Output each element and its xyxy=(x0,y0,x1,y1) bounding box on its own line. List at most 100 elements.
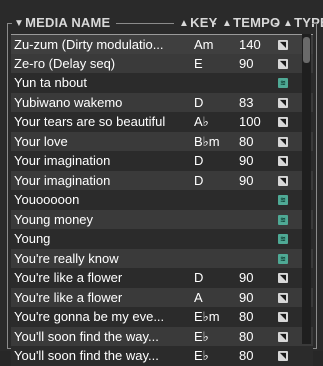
midi-clip-icon: ◥ xyxy=(278,58,288,69)
media-type-cell: ◥ xyxy=(278,58,296,69)
media-type-cell: ≋ xyxy=(278,78,296,88)
audio-clip-icon: ≋ xyxy=(278,195,288,205)
audio-clip-icon: ≋ xyxy=(278,253,288,264)
midi-clip-icon: ◥ xyxy=(278,351,288,361)
audio-clip-icon: ≋ xyxy=(278,214,288,225)
midi-clip-icon: ◥ xyxy=(278,331,288,342)
media-name-cell: You'll soon find the way... xyxy=(14,348,159,363)
media-tempo-cell: 90 xyxy=(239,289,254,305)
media-key-cell: B♭m xyxy=(194,133,220,149)
media-name-cell: You're gonna be my eve... xyxy=(14,309,165,324)
media-row[interactable]: Young money ≋ xyxy=(11,209,313,229)
midi-clip-icon: ◥ xyxy=(278,97,288,108)
media-name-cell: Young money xyxy=(14,211,94,227)
midi-clip-icon: ◥ xyxy=(278,156,288,166)
media-tempo-cell: 80 xyxy=(239,328,254,344)
midi-clip-icon: ◥ xyxy=(278,40,288,50)
media-tempo-cell: 83 xyxy=(239,94,254,110)
media-type-cell: ◥ xyxy=(278,117,296,127)
media-row[interactable]: You'll soon find the way... E♭ 80 ◥ xyxy=(11,326,313,346)
media-tempo-cell: 80 xyxy=(239,133,254,149)
media-type-cell: ◥ xyxy=(278,156,296,166)
media-type-cell: ≋ xyxy=(278,214,296,225)
vertical-scrollbar[interactable] xyxy=(302,34,311,344)
media-key-cell: E♭ xyxy=(194,328,209,344)
media-type-cell: ◥ xyxy=(278,273,296,283)
media-name-cell: You'll soon find the way... xyxy=(14,328,159,344)
midi-clip-icon: ◥ xyxy=(278,136,288,147)
media-name-cell: Your love xyxy=(14,133,68,149)
media-row[interactable]: Ze-ro (Delay seq) E 90 ◥ xyxy=(11,53,313,73)
header-type-label: TYPE xyxy=(294,15,323,30)
media-key-cell: A xyxy=(194,289,203,305)
header-type[interactable]: ▲TYPE xyxy=(283,15,323,30)
midi-clip-icon: ◥ xyxy=(278,117,288,127)
column-header-bar: ▼MEDIA NAME ▲KEY - ▲TEMPO - ▲TYPE xyxy=(7,12,323,30)
frame-left-border xyxy=(7,24,8,348)
audio-clip-icon: ≋ xyxy=(278,234,288,244)
media-row[interactable]: Yubiwano wakemo D 83 ◥ xyxy=(11,92,313,112)
sort-descending-icon: ▼ xyxy=(14,18,25,29)
media-name-cell: You're really know xyxy=(14,250,119,266)
media-row[interactable]: Youooooon ≋ xyxy=(11,190,313,210)
media-type-cell: ◥ xyxy=(278,175,296,186)
media-key-cell: Am xyxy=(194,37,214,52)
media-row[interactable]: Yun ta nbout ≋ xyxy=(11,73,313,93)
midi-clip-icon: ◥ xyxy=(278,175,288,186)
frame-right-border xyxy=(316,24,317,348)
media-tempo-cell: 140 xyxy=(239,37,261,52)
media-name-cell: You're like a flower xyxy=(14,270,123,285)
media-row[interactable]: You'll soon find the way... E♭ 80 ◥ xyxy=(11,346,313,366)
header-separator: - xyxy=(212,15,217,30)
scrollbar-thumb[interactable] xyxy=(303,37,310,63)
media-key-cell: A♭ xyxy=(194,114,209,129)
media-name-cell: Yubiwano wakemo xyxy=(14,94,123,110)
media-key-cell: D xyxy=(194,94,204,110)
header-tempo[interactable]: ▲TEMPO xyxy=(222,15,280,30)
media-type-cell: ≋ xyxy=(278,234,296,244)
media-tempo-cell: 80 xyxy=(239,309,254,324)
media-name-cell: Your tears are so beautiful xyxy=(14,114,166,129)
media-tempo-cell: 100 xyxy=(239,114,261,129)
media-list: Zu-zum (Dirty modulatio... Am 140 ◥ Ze-ro (D… xyxy=(11,34,313,366)
media-name-cell: Zu-zum (Dirty modulatio... xyxy=(14,37,164,52)
media-name-cell: Ze-ro (Delay seq) xyxy=(14,55,116,71)
media-row[interactable]: You're really know ≋ xyxy=(11,248,313,268)
media-tempo-cell: 90 xyxy=(239,172,254,188)
media-name-cell: Youooooon xyxy=(14,192,80,207)
midi-clip-icon: ◥ xyxy=(278,312,288,322)
sort-ascending-icon: ▲ xyxy=(283,18,294,29)
media-type-cell: ◥ xyxy=(278,331,296,342)
media-row[interactable]: Your imagination D 90 ◥ xyxy=(11,170,313,190)
media-name-cell: Your imagination xyxy=(14,172,111,188)
media-key-cell: D xyxy=(194,270,204,285)
media-type-cell: ◥ xyxy=(278,312,296,322)
media-name-cell: You're like a flower xyxy=(14,289,123,305)
midi-clip-icon: ◥ xyxy=(278,273,288,283)
media-browser-panel: ▼MEDIA NAME ▲KEY - ▲TEMPO - ▲TYPE Zu-zum… xyxy=(0,0,323,366)
media-row[interactable]: Your love B♭m 80 ◥ xyxy=(11,131,313,151)
media-row[interactable]: You're like a flower D 90 ◥ xyxy=(11,268,313,288)
media-tempo-cell: 80 xyxy=(239,348,254,363)
media-tempo-cell: 90 xyxy=(239,270,254,285)
media-row[interactable]: You're like a flower A 90 ◥ xyxy=(11,287,313,307)
media-row[interactable]: Young ≋ xyxy=(11,229,313,249)
media-type-cell: ≋ xyxy=(278,195,296,205)
media-name-cell: Yun ta nbout xyxy=(14,75,88,90)
media-row[interactable]: You're gonna be my eve... E♭m 80 ◥ xyxy=(11,307,313,327)
header-line-segment xyxy=(116,23,174,24)
media-type-cell: ◥ xyxy=(278,136,296,147)
media-type-cell: ◥ xyxy=(278,351,296,361)
midi-clip-icon: ◥ xyxy=(278,292,288,303)
media-type-cell: ◥ xyxy=(278,292,296,303)
audio-clip-icon: ≋ xyxy=(278,78,288,88)
media-row[interactable]: Your tears are so beautiful A♭ 100 ◥ xyxy=(11,112,313,132)
media-tempo-cell: 90 xyxy=(239,153,254,168)
media-name-cell: Your imagination xyxy=(14,153,111,168)
media-key-cell: E♭ xyxy=(194,348,209,363)
media-key-cell: E♭m xyxy=(194,309,220,324)
media-row[interactable]: Zu-zum (Dirty modulatio... Am 140 ◥ xyxy=(11,34,313,54)
header-media-name[interactable]: ▼MEDIA NAME xyxy=(14,15,110,30)
media-row[interactable]: Your imagination D 90 ◥ xyxy=(11,151,313,171)
media-key-cell: E xyxy=(194,55,203,71)
